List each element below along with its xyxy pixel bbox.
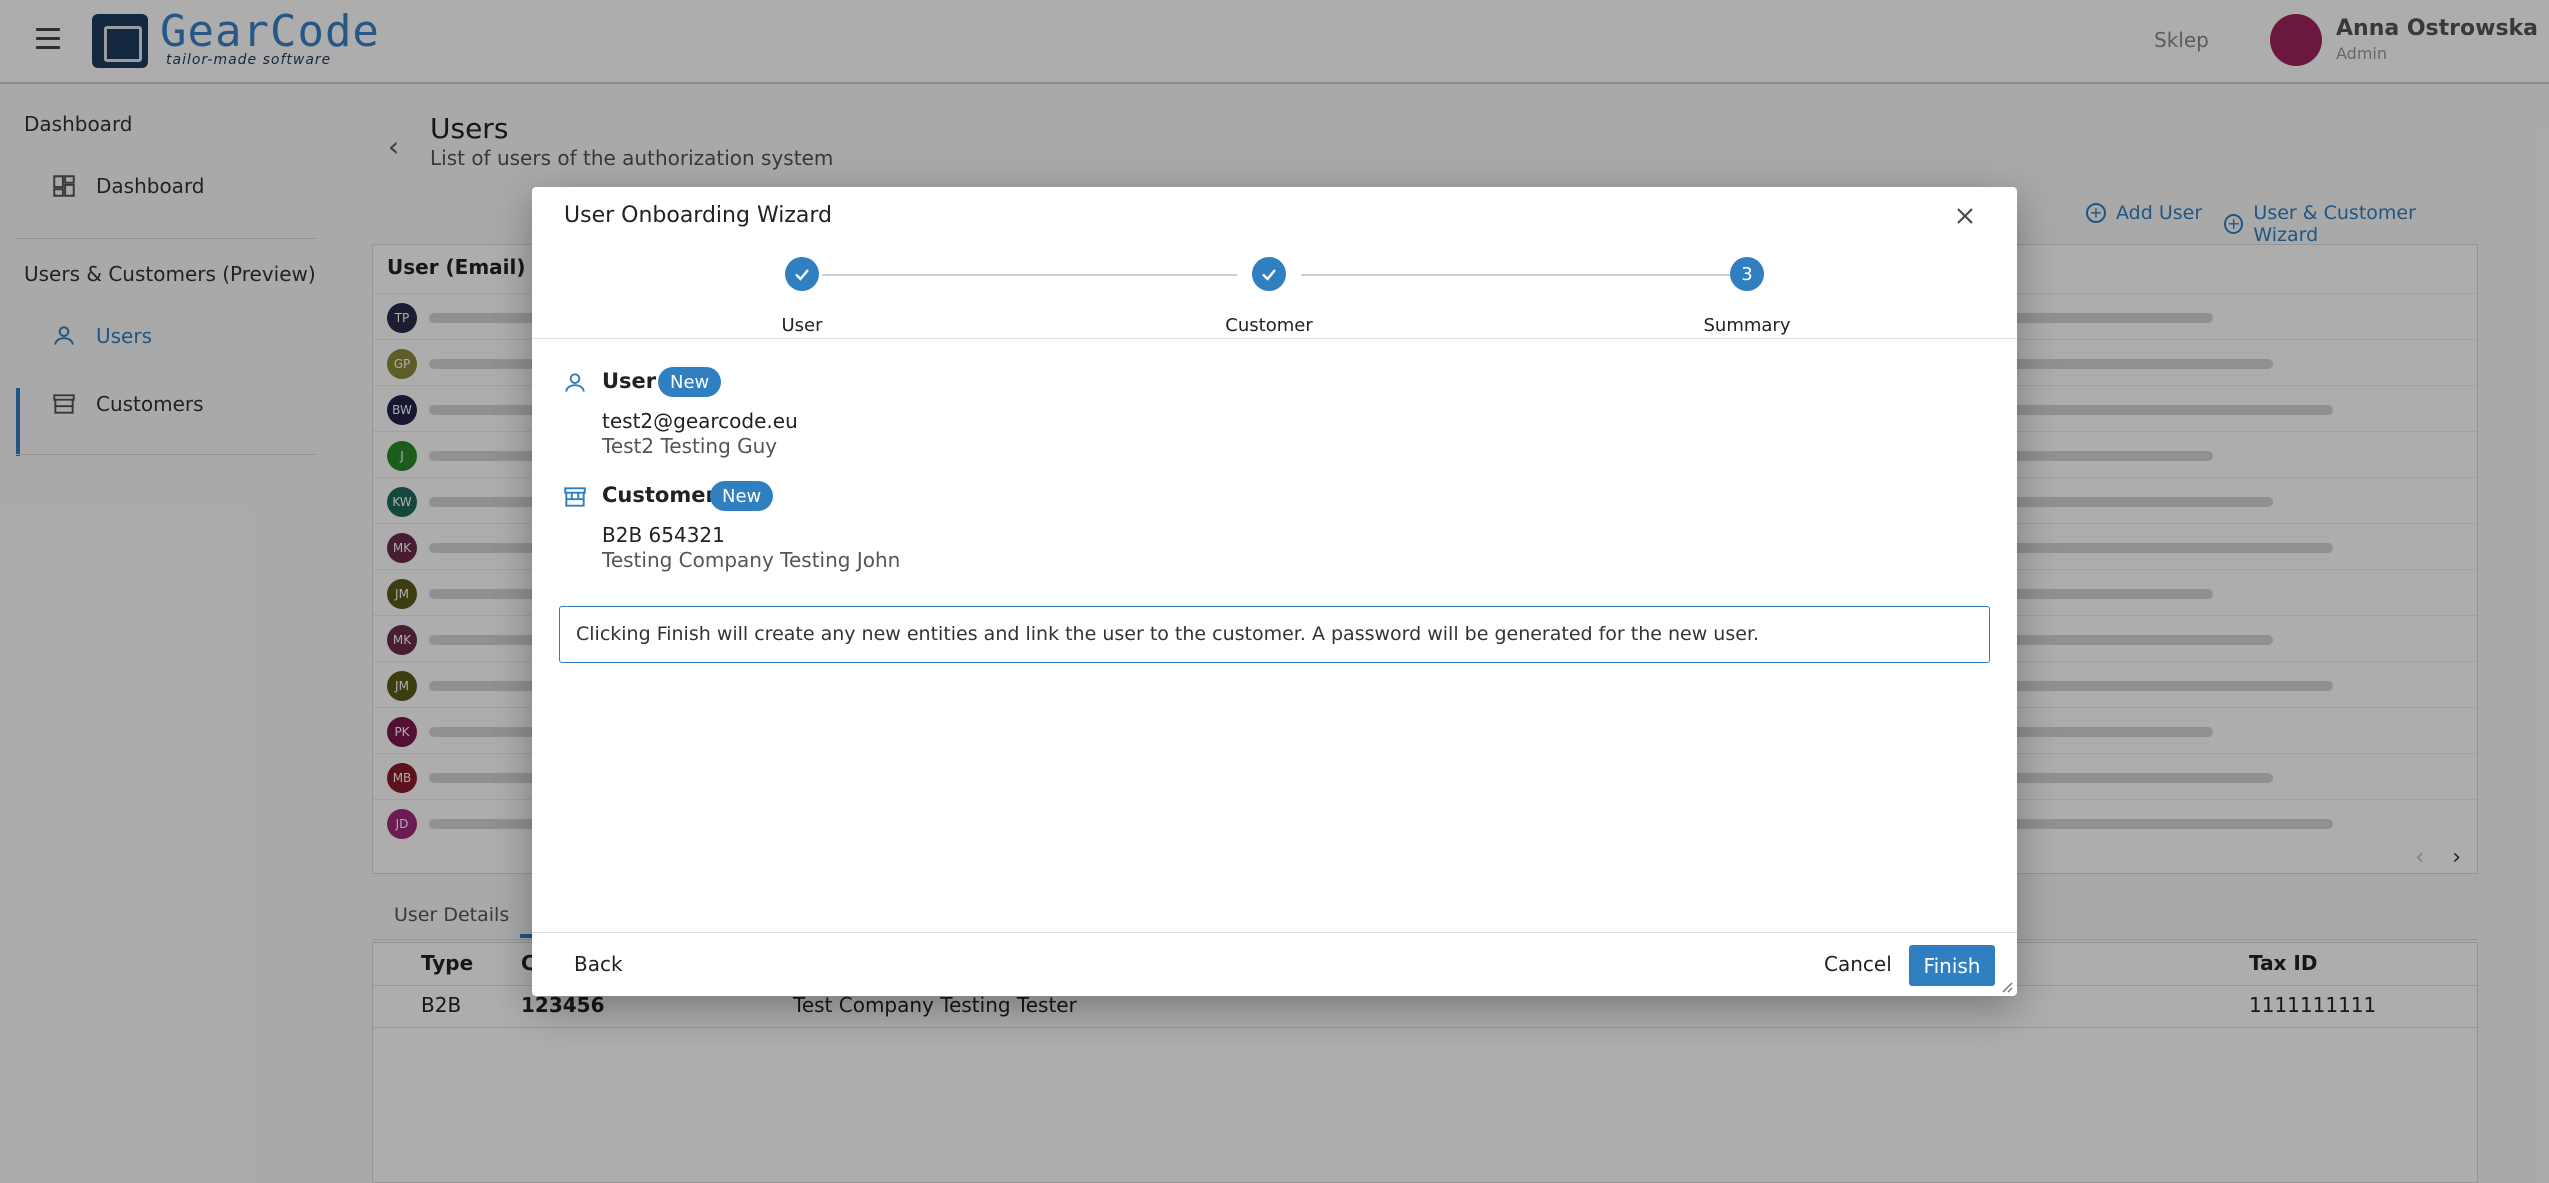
- user-section-title: User: [602, 369, 657, 393]
- person-icon: [560, 368, 590, 398]
- customer-name: Testing Company Testing John: [602, 548, 901, 572]
- user-name: Test2 Testing Guy: [602, 434, 778, 458]
- user-email: test2@gearcode.eu: [602, 409, 798, 433]
- cancel-button[interactable]: Cancel: [1824, 952, 1892, 976]
- step-3-number: 3: [1730, 257, 1764, 291]
- store-icon: [560, 482, 590, 512]
- customer-new-badge: New: [710, 481, 774, 511]
- step-label-summary: Summary: [1703, 315, 1791, 336]
- customer-code: B2B 654321: [602, 523, 725, 547]
- finish-button[interactable]: Finish: [1909, 945, 1995, 986]
- step-connector: [1301, 274, 1733, 276]
- back-button[interactable]: Back: [574, 952, 623, 976]
- finish-info-message: Clicking Finish will create any new enti…: [559, 606, 1990, 663]
- customer-section-title: Customer: [602, 483, 716, 507]
- resize-handle-icon[interactable]: [1999, 978, 2013, 993]
- step-2-complete-icon: [1252, 257, 1286, 291]
- user-new-badge: New: [658, 367, 722, 397]
- dialog-title: User Onboarding Wizard: [564, 203, 832, 228]
- step-label-user: User: [781, 315, 823, 336]
- divider: [532, 338, 2017, 339]
- step-connector: [822, 274, 1237, 276]
- onboarding-wizard-dialog: User Onboarding Wizard User Customer 3 S…: [532, 187, 2017, 996]
- step-label-customer: Customer: [1225, 315, 1313, 336]
- divider: [532, 932, 2017, 933]
- close-icon[interactable]: [1950, 201, 1980, 231]
- step-1-complete-icon: [785, 257, 819, 291]
